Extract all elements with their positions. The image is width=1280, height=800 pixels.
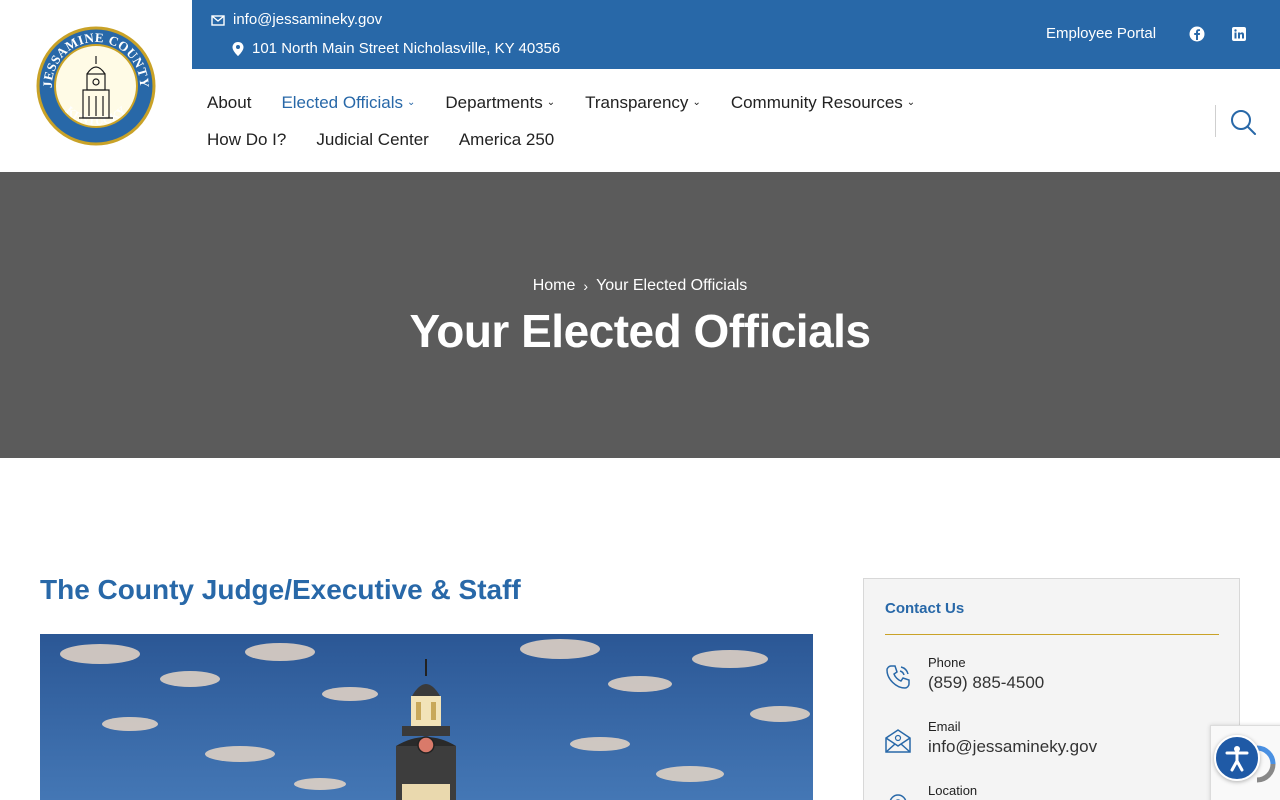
search-icon[interactable] (1229, 108, 1257, 136)
nav-item-transparency[interactable]: Transparency ⌄ (585, 93, 701, 113)
contact-us-title: Contact Us (885, 600, 965, 617)
nav-item-label: Elected Officials (281, 92, 404, 112)
nav-item-about[interactable]: About (207, 93, 251, 113)
top-contact-bar: info@jessamineky.gov 101 North Main Stre… (192, 0, 1280, 69)
nav-item-label: How Do I? (207, 129, 287, 149)
envelope-icon (211, 14, 225, 26)
envelope-open-icon (885, 729, 911, 753)
courthouse-photo (40, 634, 813, 800)
contact-email-text: Email info@jessamineky.gov (928, 719, 1097, 757)
map-pin-icon (232, 41, 244, 56)
linkedin-icon[interactable] (1231, 26, 1247, 42)
main-navigation: About Elected Officials ⌄ Departments ⌄ Tr… (207, 90, 967, 164)
page: JESSAMINE COUNTY KENTUCKY info@jessamine… (0, 0, 1280, 800)
topbar-address[interactable]: 101 North Main Street Nicholasville, KY … (232, 40, 560, 57)
nav-item-label: Transparency (585, 92, 689, 112)
contact-divider (885, 634, 1219, 635)
chevron-right-icon: › (583, 278, 589, 294)
nav-item-label: About (207, 92, 252, 112)
location-icon (889, 794, 907, 800)
contact-location[interactable]: Location (884, 783, 977, 800)
nav-item-label: Departments (445, 92, 543, 112)
contact-email-value[interactable]: info@jessamineky.gov (928, 737, 1097, 757)
contact-location-text: Location (928, 783, 977, 798)
nav-item-america-250[interactable]: America 250 (459, 130, 554, 150)
accessibility-person-icon (1225, 746, 1249, 772)
breadcrumb: Home › Your Elected Officials (0, 277, 1280, 295)
contact-email[interactable]: Email info@jessamineky.gov (884, 719, 1097, 757)
search-divider (1215, 105, 1216, 137)
nav-item-label: America 250 (458, 129, 555, 149)
breadcrumb-home-link[interactable]: Home (533, 277, 576, 295)
phone-icon (886, 665, 910, 689)
nav-item-how-do-i[interactable]: How Do I? (207, 130, 286, 150)
section-title: The County Judge/Executive & Staff (40, 574, 521, 605)
nav-item-label: Community Resources (730, 92, 903, 112)
contact-us-card: Contact Us Phone (859) 885-4500 Email in… (863, 578, 1240, 800)
topbar-email[interactable]: info@jessamineky.gov (211, 11, 382, 28)
page-hero-banner: Home › Your Elected Officials Your Elect… (0, 172, 1280, 458)
nav-item-judicial-center[interactable]: Judicial Center (316, 130, 428, 150)
accessibility-button[interactable] (1214, 735, 1260, 781)
breadcrumb-current: Your Elected Officials (596, 277, 748, 294)
nav-item-elected-officials[interactable]: Elected Officials ⌄ (281, 93, 415, 113)
chevron-down-icon: ⌄ (407, 97, 416, 108)
county-seal-logo[interactable]: JESSAMINE COUNTY KENTUCKY (35, 26, 157, 146)
contact-email-label: Email (928, 719, 961, 734)
nav-item-label: Judicial Center (316, 129, 429, 149)
chevron-down-icon: ⌄ (546, 97, 556, 108)
topbar-email-text[interactable]: info@jessamineky.gov (233, 11, 382, 28)
courthouse-sky-image (40, 634, 813, 800)
chevron-down-icon: ⌄ (906, 97, 916, 108)
page-title: Your Elected Officials (409, 305, 871, 357)
nav-item-departments[interactable]: Departments ⌄ (445, 93, 555, 113)
contact-phone-label: Phone (928, 655, 966, 670)
topbar-address-text[interactable]: 101 North Main Street Nicholasville, KY … (252, 40, 560, 57)
nav-row-2: How Do I? Judicial Center America 250 (207, 127, 967, 152)
facebook-icon[interactable] (1189, 26, 1205, 42)
nav-row-1: About Elected Officials ⌄ Departments ⌄ Tr… (207, 90, 967, 115)
contact-phone-value[interactable]: (859) 885-4500 (928, 673, 1044, 693)
contact-phone-text: Phone (859) 885-4500 (928, 655, 1044, 693)
employee-portal-link[interactable]: Employee Portal (1046, 25, 1156, 42)
chevron-down-icon: ⌄ (692, 97, 701, 108)
contact-phone[interactable]: Phone (859) 885-4500 (884, 655, 1044, 693)
nav-item-community-resources[interactable]: Community Resources ⌄ (731, 93, 915, 113)
contact-location-label: Location (928, 783, 978, 798)
